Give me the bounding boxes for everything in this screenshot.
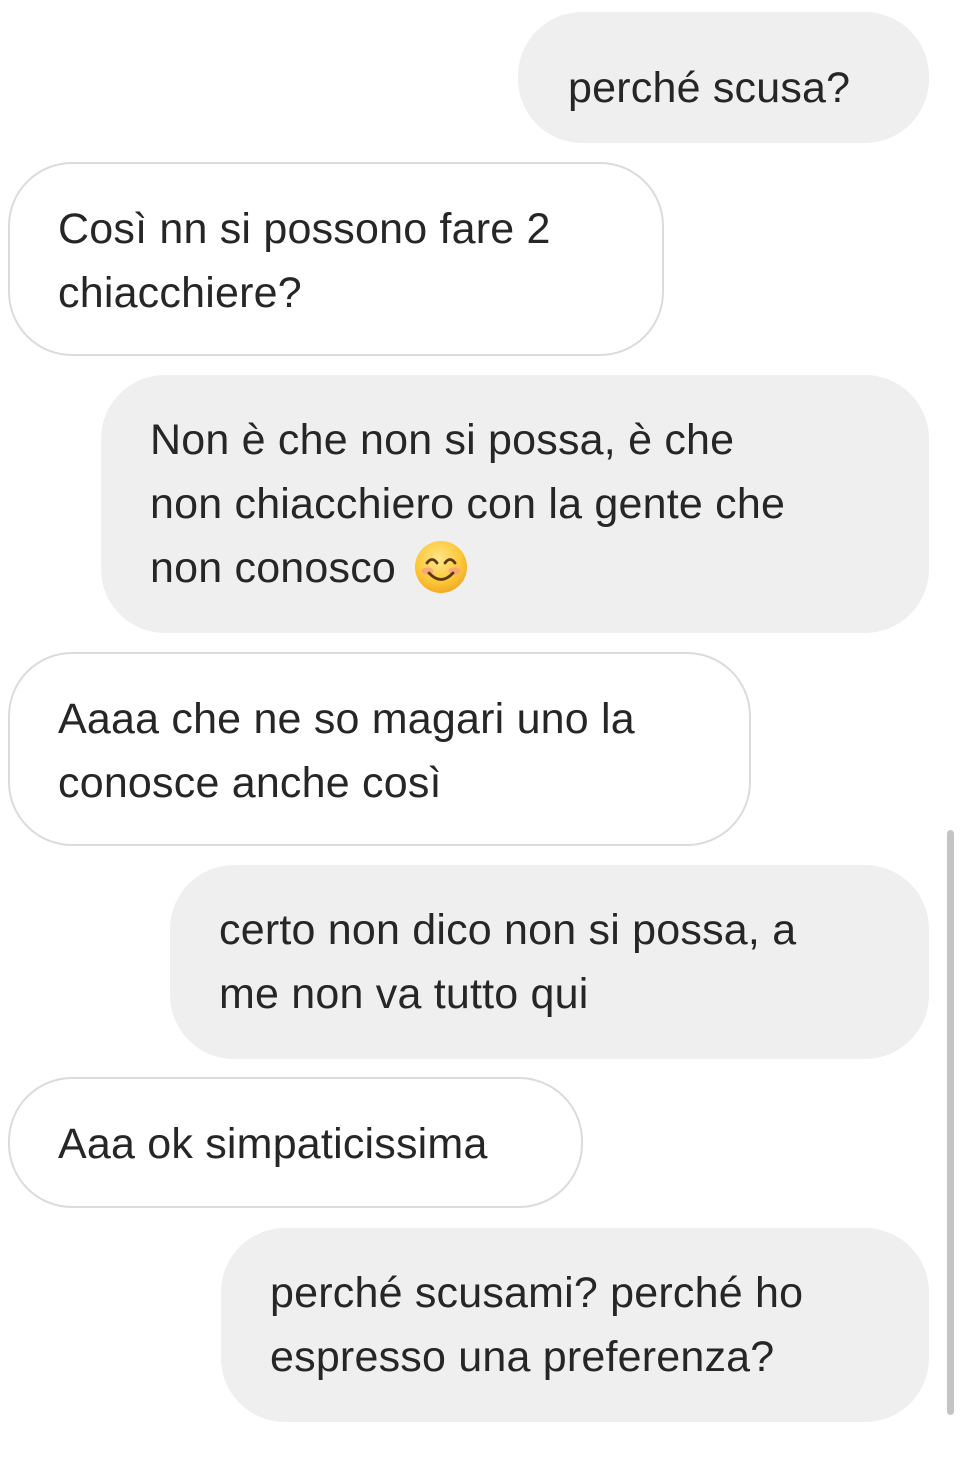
sent-message-bubble[interactable]: perché scusa? [518,12,929,143]
scrollbar[interactable] [947,830,954,1415]
message-text-line: conosce anche così [58,759,442,807]
message-text-line: certo non dico non si possa, a [219,906,797,954]
message-text-line: non chiacchiero con la gente che [150,480,786,528]
message-text-line: Aaa ok simpaticissima [58,1120,488,1168]
received-message-bubble[interactable]: Così nn si possono fare 2 chiacchiere? [8,162,664,356]
message-text-line: Così nn si possono fare 2 [58,205,551,253]
message-text-line: espresso una preferenza? [270,1333,775,1381]
sent-message-bubble[interactable]: Non è che non si possa, è che non chiacc… [101,375,929,633]
sent-message-bubble[interactable]: perché scusami? perché ho espresso una p… [221,1228,929,1422]
received-message-bubble[interactable]: Aaa ok simpaticissima [8,1077,583,1208]
received-message-bubble[interactable]: Aaaa che ne so magari uno la conosce anc… [8,652,751,846]
sent-message-bubble[interactable]: certo non dico non si possa, a me non va… [170,865,929,1059]
message-text-line: chiacchiere? [58,269,302,317]
message-text-line: perché scusa? [568,64,851,112]
message-text-line: Non è che non si possa, è che [150,416,735,464]
message-text-line: me non va tutto qui [219,970,589,1018]
message-text-line: perché scusami? perché ho [270,1269,804,1317]
message-text-line-with-emoji: non conosco [150,536,929,600]
message-text-line: non conosco [150,544,397,592]
message-text-line: Aaaa che ne so magari uno la [58,695,635,743]
smiling-face-emoji-icon [414,540,468,594]
